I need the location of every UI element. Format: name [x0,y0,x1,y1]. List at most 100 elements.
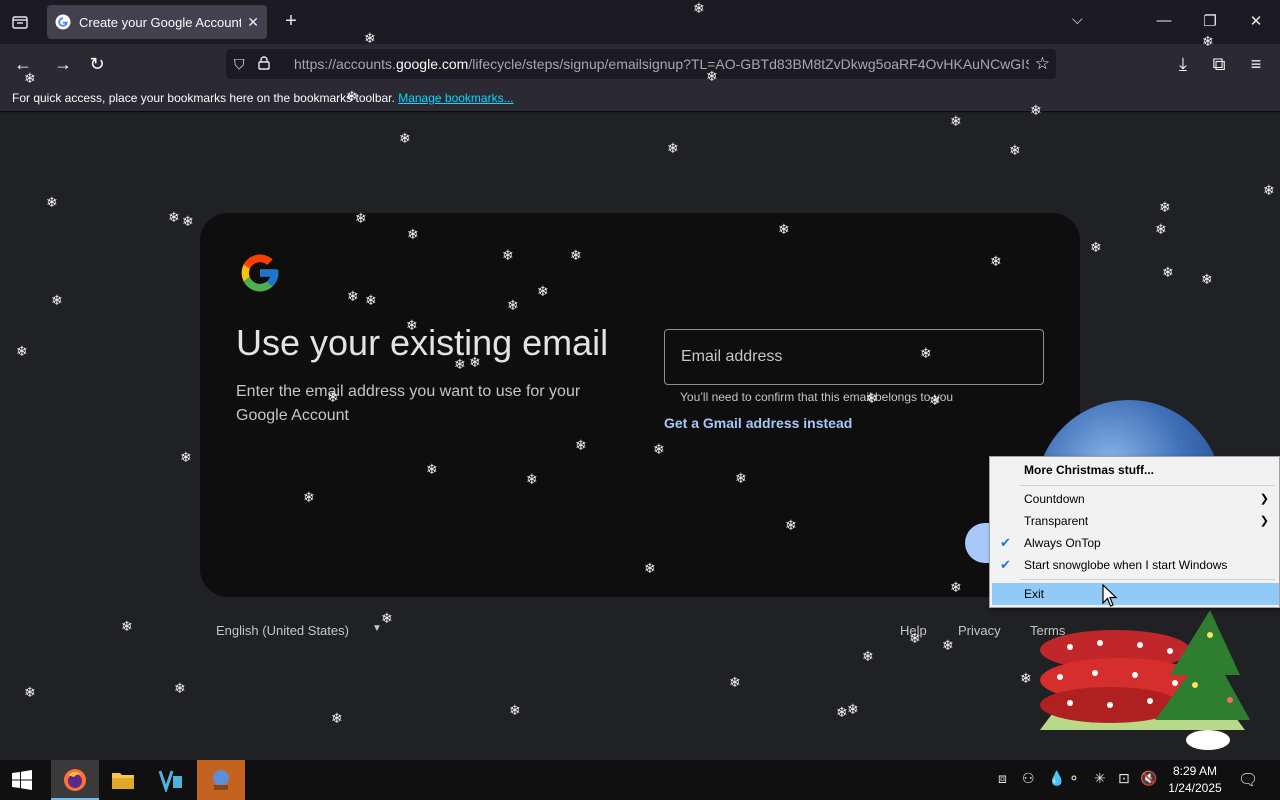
chevron-down-icon[interactable]: ⌵ [1072,11,1083,28]
snowflake-icon: ❄ [1202,33,1214,49]
extensions-icon[interactable]: ⧉ [1208,53,1230,75]
close-tab-icon[interactable]: ✕ [247,14,259,31]
file-explorer-icon[interactable] [99,760,147,800]
snowflake-icon: ❄ [303,489,315,505]
snowflake-icon: ❄ [406,317,418,333]
clock-date: 1/24/2025 [1168,781,1222,795]
bookmarks-hint: For quick access, place your bookmarks h… [12,91,395,105]
tray-circles-icon[interactable]: ⚬ [1068,770,1080,787]
snowflake-icon: ❄ [693,0,705,16]
firefox-taskbar-icon[interactable] [51,760,99,800]
bookmarks-toolbar: For quick access, place your bookmarks h… [0,84,1280,112]
menu-item-start-with-windows[interactable]: ✔ Start snowglobe when I start Windows [992,554,1279,576]
reload-icon[interactable]: ↻ [86,53,108,75]
snowflake-icon: ❄ [785,517,797,533]
snowflake-icon: ❄ [502,247,514,263]
close-window-icon[interactable]: ✕ [1246,12,1266,30]
snowflake-icon: ❄ [1159,199,1171,215]
snowflake-icon: ❄ [174,680,186,696]
gmail-address-link[interactable]: Get a Gmail address instead [664,415,852,431]
new-tab-button[interactable]: + [280,11,302,33]
url-text[interactable]: https://accounts.google.com/lifecycle/st… [294,56,1029,72]
snowflake-icon: ❄ [570,247,582,263]
snowflake-icon: ❄ [950,579,962,595]
snowflake-icon: ❄ [1162,264,1174,280]
snowflake-icon: ❄ [706,68,718,84]
snowflake-icon: ❄ [364,30,376,46]
shield-icon[interactable]: ⛉ [234,56,252,73]
tab-title: Create your Google Account [79,14,242,30]
url-bar[interactable]: ⛉ https://accounts.google.com/lifecycle/… [226,49,1056,79]
snowflake-icon: ❄ [1009,142,1021,158]
tab-bar: Create your Google Account ✕ + ⌵ — ❐ ✕ [0,0,1280,44]
snowflake-icon: ❄ [929,392,941,408]
snowglobe-context-menu: More Christmas stuff... Countdown ❯ Trans… [989,456,1280,608]
downloads-icon[interactable]: ⤓ [1172,53,1194,75]
lock-icon[interactable] [258,55,276,73]
menu-separator [1020,579,1275,580]
snowflake-icon: ❄ [990,253,1002,269]
menu-item-exit[interactable]: Exit [992,583,1279,605]
snowflake-icon: ❄ [667,140,679,156]
snowflake-icon: ❄ [942,637,954,653]
checkmark-icon: ✔ [1000,557,1011,572]
snowflake-icon: ❄ [1020,670,1032,686]
snowflake-icon: ❄ [1263,182,1275,198]
volume-muted-icon[interactable]: 🔇 [1140,770,1157,787]
system-clock[interactable]: 8:29 AM 1/24/2025 [1160,763,1230,797]
tray-snowflake-icon[interactable]: ✳ [1094,770,1106,787]
snowflake-icon: ❄ [862,648,874,664]
snowflake-icon: ❄ [469,354,481,370]
snowflake-icon: ❄ [182,213,194,229]
privacy-link[interactable]: Privacy [958,623,1001,638]
network-icon[interactable]: ⊡ [1118,770,1130,787]
email-input[interactable] [681,348,1021,366]
menu-hamburger-icon[interactable]: ≡ [1245,53,1267,75]
active-tab[interactable]: Create your Google Account ✕ [47,5,267,39]
bookmark-star-icon[interactable]: ☆ [1035,54,1050,74]
manage-bookmarks-link[interactable]: Manage bookmarks... [398,91,513,105]
snowflake-icon: ❄ [407,226,419,242]
snowflake-icon: ❄ [1155,221,1167,237]
menu-item-countdown[interactable]: Countdown ❯ [992,488,1279,510]
menu-item-transparent[interactable]: Transparent ❯ [992,510,1279,532]
snowflake-icon: ❄ [16,343,28,359]
snowflake-icon: ❄ [644,560,656,576]
snowflake-icon: ❄ [355,210,367,226]
christmas-tree-icon[interactable] [1030,605,1260,755]
menu-separator [1020,485,1275,486]
menu-item-more-christmas[interactable]: More Christmas stuff... [992,459,1279,481]
snowflake-icon: ❄ [346,88,358,104]
snowflake-icon: ❄ [537,283,549,299]
snowflake-icon: ❄ [121,618,133,634]
snowflake-icon: ❄ [778,221,790,237]
language-select[interactable]: English (United States) [216,623,349,638]
snowflake-icon: ❄ [866,390,878,406]
tray-app-icon[interactable]: ⧈ [998,770,1007,787]
windows-start-icon[interactable] [0,760,44,800]
snowflake-icon: ❄ [653,441,665,457]
snowflake-icon: ❄ [381,610,393,626]
tray-people-icon[interactable]: ⚇ [1022,770,1035,787]
snowflake-icon: ❄ [526,471,538,487]
snowflake-icon: ❄ [950,113,962,129]
menu-item-always-ontop[interactable]: ✔ Always OnTop [992,532,1279,554]
snowflake-icon: ❄ [909,630,921,646]
snowflake-icon: ❄ [331,710,343,726]
restore-icon[interactable]: ❐ [1200,12,1220,30]
app-v-icon[interactable] [147,760,195,800]
forward-arrow-icon[interactable]: → [52,53,74,75]
notification-center-icon[interactable]: 🗨 [1238,770,1258,790]
snowflake-icon: ❄ [1201,271,1213,287]
clock-time: 8:29 AM [1172,764,1218,778]
email-field[interactable] [664,329,1044,385]
tray-drop-icon[interactable]: 💧 [1048,770,1065,787]
snowflake-icon: ❄ [399,130,411,146]
snowglobe-taskbar-icon[interactable] [197,760,245,800]
snowflake-icon: ❄ [454,356,466,372]
page-subtitle: Enter the email address you want to use … [236,383,581,424]
snowflake-icon: ❄ [575,437,587,453]
minimize-icon[interactable]: — [1154,12,1174,29]
checkmark-icon: ✔ [1000,535,1011,550]
firefox-view-icon[interactable] [8,10,32,34]
